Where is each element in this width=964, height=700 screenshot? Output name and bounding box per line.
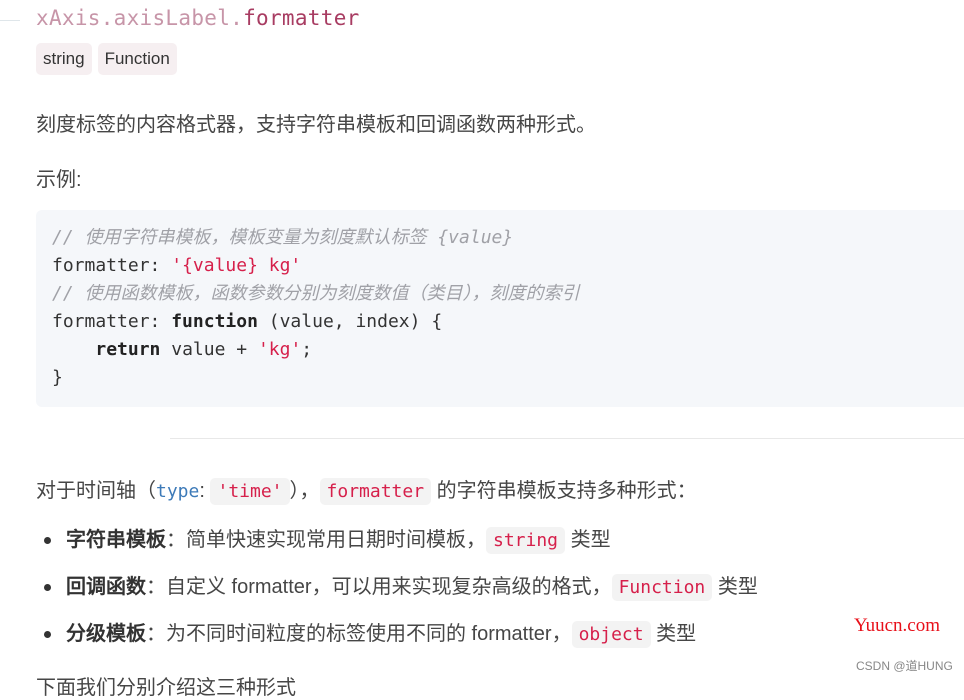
inline-code-formatter: formatter [319,478,432,505]
code-string: 'kg' [257,339,302,360]
example-label: 示例: [36,169,82,191]
time-axis-paragraph: 对于时间轴（type: 'time'）， formatter 的字符串模板支持多种… [36,474,697,505]
list-item-text: ：为不同时间粒度的标签使用不同的 formatter， [146,623,572,645]
code-key: formatter: [52,311,172,332]
code-text: ; [301,339,313,360]
option-title: xAxis.axisLabel.formatter [36,6,360,30]
code-text: value + [160,339,258,360]
inline-code-time: 'time' [210,478,290,505]
code-text: } [52,367,63,388]
cut-off-paragraph: 下面我们分别介绍这三种形式 [36,677,296,699]
list-item: 字符串模板：简单快速实现常用日期时间模板， string 类型 [36,520,758,567]
code-text: (value, index) { [257,311,443,332]
list-item-suffix: 类型 [565,529,611,551]
bullet-icon [44,537,51,544]
code-keyword: return [95,339,161,360]
list-item-suffix: 类型 [712,576,758,598]
code-string: '{value} kg' [171,255,302,276]
option-path: xAxis.axisLabel. [36,6,244,30]
text: ）， [289,480,320,502]
code-comment: // 使用函数模板，函数参数分别为刻度数值（类目），刻度的索引 [52,283,580,304]
list-item-title: 字符串模板 [66,529,166,551]
code-comment: // 使用字符串模板，模板变量为刻度默认标签 {value} [52,227,514,248]
list-item-text: ：简单快速实现常用日期时间模板， [166,529,486,551]
code-key: formatter: [52,255,172,276]
inline-code: string [486,527,566,554]
list-item-title: 分级模板 [66,623,146,645]
type-tags: string Function [36,43,177,75]
inline-code: object [571,621,651,648]
text: 对于时间轴（ [36,480,156,502]
type-tag-function: Function [97,43,177,75]
list-item-suffix: 类型 [650,623,697,645]
list-item-text: ：自定义 formatter，可以用来实现复杂高级的格式， [146,576,612,598]
text: 的字符串模板支持多种形式： [431,480,697,502]
formatter-forms-list: 字符串模板：简单快速实现常用日期时间模板， string 类型 回调函数：自定义 … [36,520,758,661]
left-divider [0,20,20,21]
divider [170,438,964,439]
text: : [199,480,211,502]
bullet-icon [44,584,51,591]
description: 刻度标签的内容格式器，支持字符串模板和回调函数两种形式。 [36,114,596,136]
option-name: formatter [243,6,360,30]
type-tag-string: string [36,43,92,75]
code-example: // 使用字符串模板，模板变量为刻度默认标签 {value} formatter… [36,210,964,407]
list-item: 回调函数：自定义 formatter，可以用来实现复杂高级的格式， Functio… [36,567,758,614]
bullet-icon [44,631,51,638]
type-keyword: type [156,481,200,502]
watermark-site: Yuucn.com [854,615,941,636]
list-item-title: 回调函数 [66,576,146,598]
code-keyword: function [171,311,258,332]
list-item: 分级模板：为不同时间粒度的标签使用不同的 formatter， object 类型 [36,614,758,661]
watermark-author: CSDN @道HUNG [856,659,953,673]
inline-code: Function [611,574,713,601]
